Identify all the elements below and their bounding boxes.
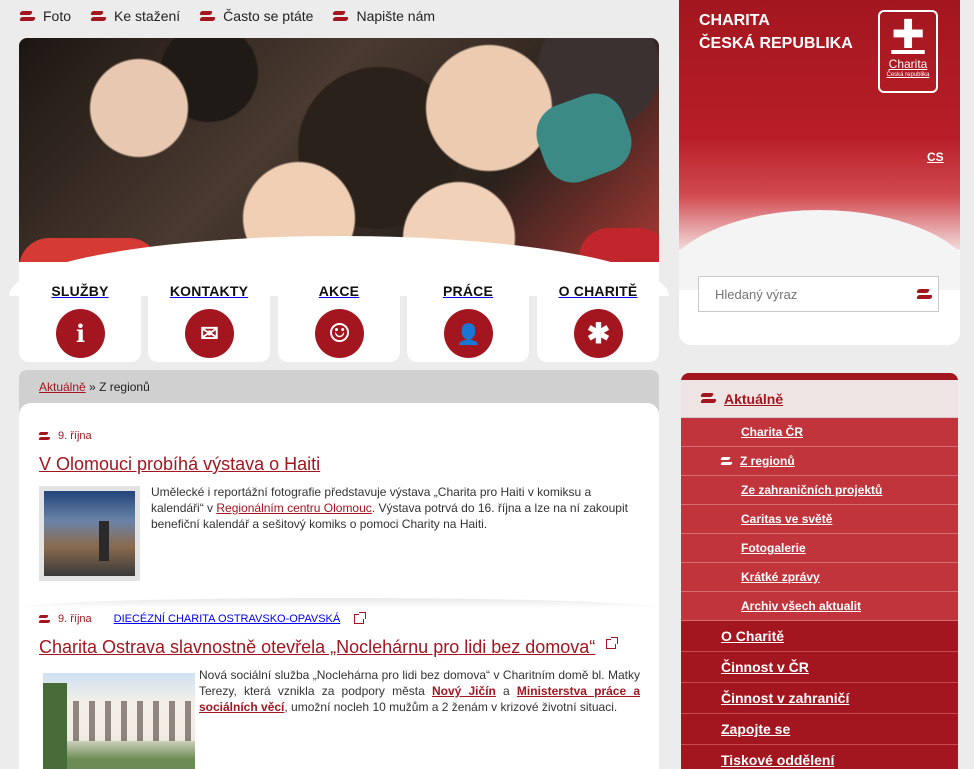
nav-tile-o-charite[interactable]: O CHARITĚ ✱	[537, 262, 659, 362]
person-icon: 👤	[444, 309, 493, 358]
menu-subitem[interactable]: Caritas ve světě	[681, 505, 958, 534]
top-link-downloads[interactable]: Ke stažení	[91, 8, 180, 24]
charita-logo[interactable]: ✚ Charita Česká republika	[878, 10, 938, 93]
top-link-contact[interactable]: Napište nám	[333, 8, 435, 24]
breadcrumb-link-aktualne[interactable]: Aktuálně	[39, 380, 86, 394]
nav-tile-sluzby[interactable]: SLUŽBY i	[19, 262, 141, 362]
envelope-icon: ✉	[185, 309, 234, 358]
article-thumbnail[interactable]	[43, 673, 195, 769]
article-list: 9. října V Olomouci probíhá výstava o Ha…	[19, 403, 659, 769]
article-title[interactable]: V Olomouci probíhá výstava o Haiti	[39, 454, 320, 475]
menu-subitem-active[interactable]: Z regionů	[681, 447, 958, 476]
hero-decor	[528, 85, 640, 191]
main-nav-tiles: SLUŽBY i KONTAKTY ✉ AKCE ☺ PRÁCE 👤 O CHA…	[9, 236, 669, 368]
info-icon: i	[56, 309, 105, 358]
menu-item[interactable]: O Charitě	[681, 621, 958, 652]
menu-item[interactable]: Zapojte se	[681, 714, 958, 745]
menu-subitem[interactable]: Ze zahraničních projektů	[681, 476, 958, 505]
article-title[interactable]: Charita Ostrava slavnostně otevřela „Noc…	[39, 637, 595, 658]
menu-subitem[interactable]: Krátké zprávy	[681, 563, 958, 592]
article-date: 9. října	[58, 613, 92, 625]
menu-subitem[interactable]: Fotogalerie	[681, 534, 958, 563]
nav-tile-prace[interactable]: PRÁCE 👤	[407, 262, 529, 362]
charita-cross-icon: ✚	[891, 12, 925, 58]
external-link-icon	[354, 612, 367, 624]
language-switch[interactable]: CS	[927, 150, 944, 164]
site-title[interactable]: CHARITA ČESKÁ REPUBLIKA	[699, 9, 853, 55]
breadcrumb-separator: »	[89, 380, 96, 394]
article-text: Nová sociální služba „Noclehárna pro lid…	[199, 668, 640, 714]
breadcrumb-current: Z regionů	[99, 380, 150, 394]
article-text: Umělecké i reportážní fotografie předsta…	[151, 485, 628, 531]
article-date: 9. října	[58, 430, 92, 442]
arrow-icon	[200, 11, 215, 22]
top-link-foto[interactable]: Foto	[20, 8, 71, 24]
charita-cross-icon: ✱	[574, 309, 623, 358]
article-meta: 9. října DIECÉZNÍ CHARITA OSTRAVSKO-OPAV…	[39, 612, 367, 625]
search-box	[698, 276, 939, 312]
exhibition-photo	[44, 491, 135, 576]
article-link[interactable]: Regionálním centru Olomouc	[216, 501, 371, 515]
brand-header: CHARITA ČESKÁ REPUBLIKA ✚ Charita Česká …	[679, 0, 960, 345]
side-menu: Aktuálně Charita ČR Z regionů Ze zahrani…	[681, 373, 958, 769]
arrow-icon	[20, 11, 35, 22]
menu-item-aktualne[interactable]: Aktuálně	[681, 380, 958, 418]
arrow-icon	[721, 457, 732, 465]
arrow-icon	[701, 393, 716, 404]
arrow-icon	[91, 11, 106, 22]
article-link[interactable]: Nový Jičín	[432, 684, 496, 698]
nav-tile-kontakty[interactable]: KONTAKTY ✉	[148, 262, 270, 362]
search-input[interactable]	[699, 286, 909, 302]
search-submit-icon[interactable]	[917, 289, 932, 300]
article-thumbnail[interactable]	[39, 486, 140, 581]
arrow-icon	[39, 615, 50, 623]
top-link-faq[interactable]: Často se ptáte	[200, 8, 313, 24]
masks-icon: ☺	[315, 309, 364, 358]
arrow-icon	[39, 432, 50, 440]
external-link-icon	[606, 637, 618, 649]
menu-subitem[interactable]: Charita ČR	[681, 418, 958, 447]
article-separator	[19, 598, 659, 608]
article-meta: 9. října	[39, 430, 92, 442]
menu-item[interactable]: Tiskové oddělení	[681, 745, 958, 769]
menu-item[interactable]: Činnost v zahraničí	[681, 683, 958, 714]
menu-subitem[interactable]: Archiv všech aktualit	[681, 592, 958, 621]
article-source-link[interactable]: DIECÉZNÍ CHARITA OSTRAVSKO-OPAVSKÁ	[114, 613, 341, 625]
nav-tile-akce[interactable]: AKCE ☺	[278, 262, 400, 362]
top-links: Foto Ke stažení Často se ptáte Napište n…	[20, 8, 455, 24]
menu-item[interactable]: Činnost v ČR	[681, 652, 958, 683]
arrow-icon	[333, 11, 348, 22]
